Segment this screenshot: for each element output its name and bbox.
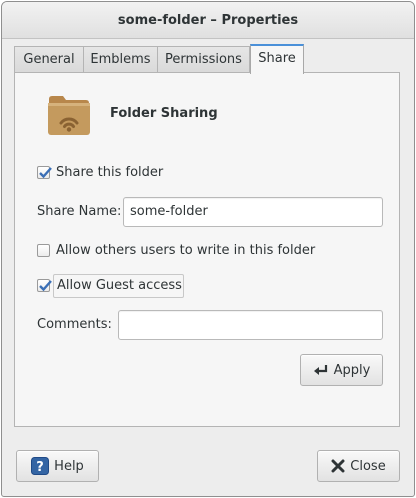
allow-write-label[interactable]: Allow others users to write in this fold…: [56, 243, 315, 258]
apply-label: Apply: [333, 362, 371, 378]
share-name-label: Share Name:: [37, 204, 122, 219]
checkmark-icon: [39, 280, 52, 292]
checkmark-icon: [39, 167, 52, 179]
close-button[interactable]: Close: [317, 450, 400, 482]
comments-input[interactable]: [118, 310, 383, 340]
allow-guest-label[interactable]: Allow Guest access: [57, 278, 182, 293]
allow-guest-checkbox[interactable]: [37, 279, 52, 292]
share-name-input[interactable]: some-folder: [123, 197, 383, 227]
allow-write-checkbox[interactable]: [37, 244, 50, 257]
share-folder-label[interactable]: Share this folder: [56, 165, 163, 180]
help-button[interactable]: ? Help: [16, 450, 99, 482]
title-bar[interactable]: some-folder – Properties: [2, 2, 414, 39]
folder-sharing-icon: [46, 93, 92, 137]
folder-sharing-heading: Folder Sharing: [110, 106, 218, 121]
tab-share[interactable]: Share: [250, 44, 304, 74]
help-label: Help: [54, 458, 84, 474]
close-icon: [331, 459, 345, 473]
close-label: Close: [350, 458, 386, 474]
help-icon: ?: [31, 457, 50, 475]
enter-arrow-icon: [313, 365, 327, 375]
tab-permissions[interactable]: Permissions: [157, 46, 250, 73]
comments-label: Comments:: [37, 317, 112, 332]
share-folder-checkbox[interactable]: [37, 166, 52, 179]
apply-button[interactable]: Apply: [300, 354, 383, 386]
svg-text:?: ?: [36, 460, 44, 475]
tab-emblems[interactable]: Emblems: [83, 46, 158, 73]
tab-general[interactable]: General: [14, 46, 84, 73]
